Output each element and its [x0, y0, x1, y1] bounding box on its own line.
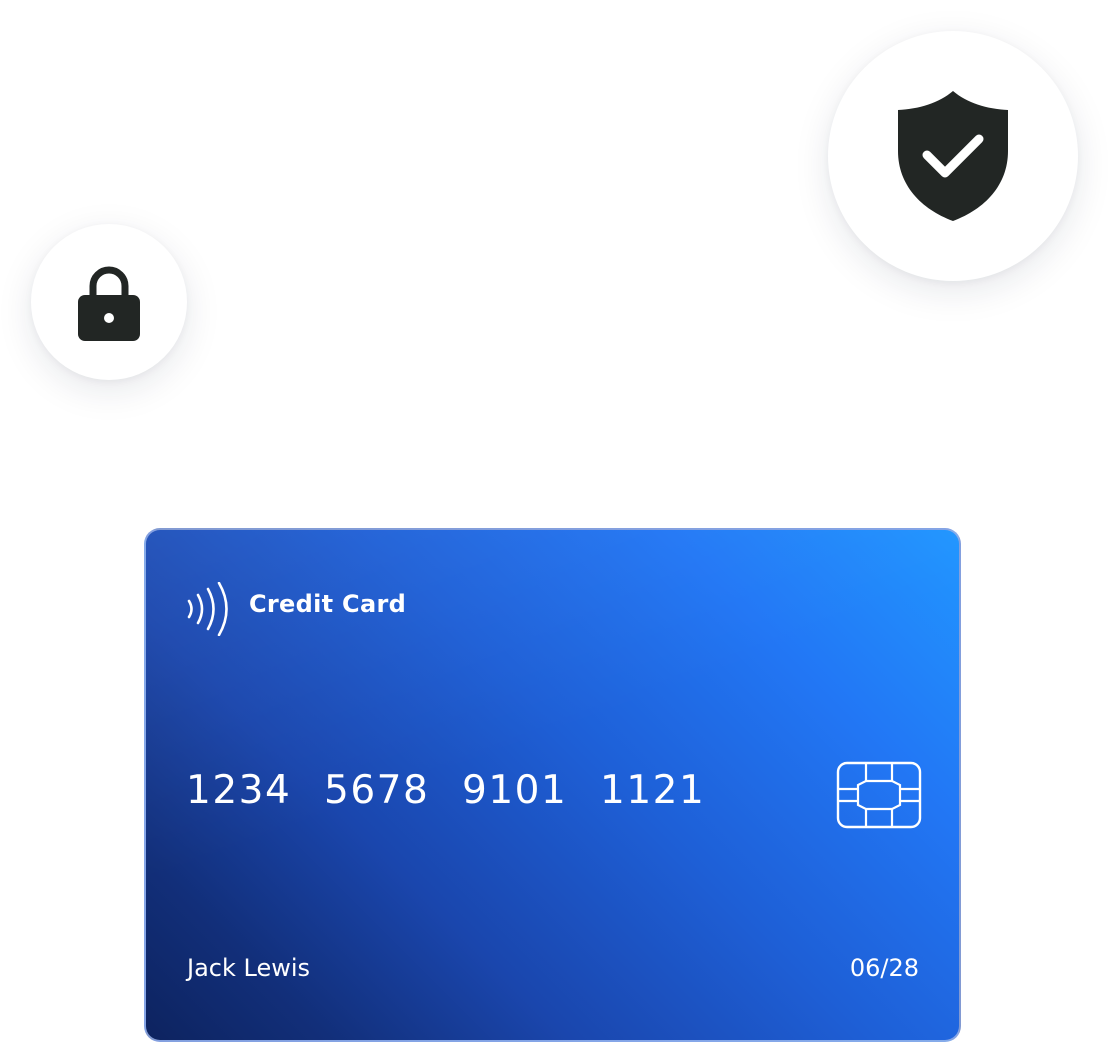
- card-number: 1234 5678 9101 1121: [186, 768, 708, 813]
- card-number-group: 1121: [600, 768, 706, 813]
- chip-icon: [836, 761, 922, 829]
- lock-badge: [31, 224, 187, 380]
- card-number-group: 1234: [186, 768, 292, 813]
- cardholder-name: Jack Lewis: [187, 954, 311, 982]
- shield-badge: [828, 31, 1078, 281]
- contactless-icon: [187, 582, 228, 636]
- security-illustration: Credit Card 1234 5678 9101 1121 Jack Lew…: [0, 0, 1109, 1043]
- credit-card: Credit Card 1234 5678 9101 1121 Jack Lew…: [144, 528, 961, 1042]
- lock-icon: [78, 266, 140, 341]
- shield-check-icon: [898, 91, 1008, 221]
- card-title: Credit Card: [249, 590, 407, 618]
- card-expiry: 06/28: [849, 954, 919, 982]
- card-number-group: 9101: [462, 768, 568, 813]
- card-number-group: 5678: [324, 768, 430, 813]
